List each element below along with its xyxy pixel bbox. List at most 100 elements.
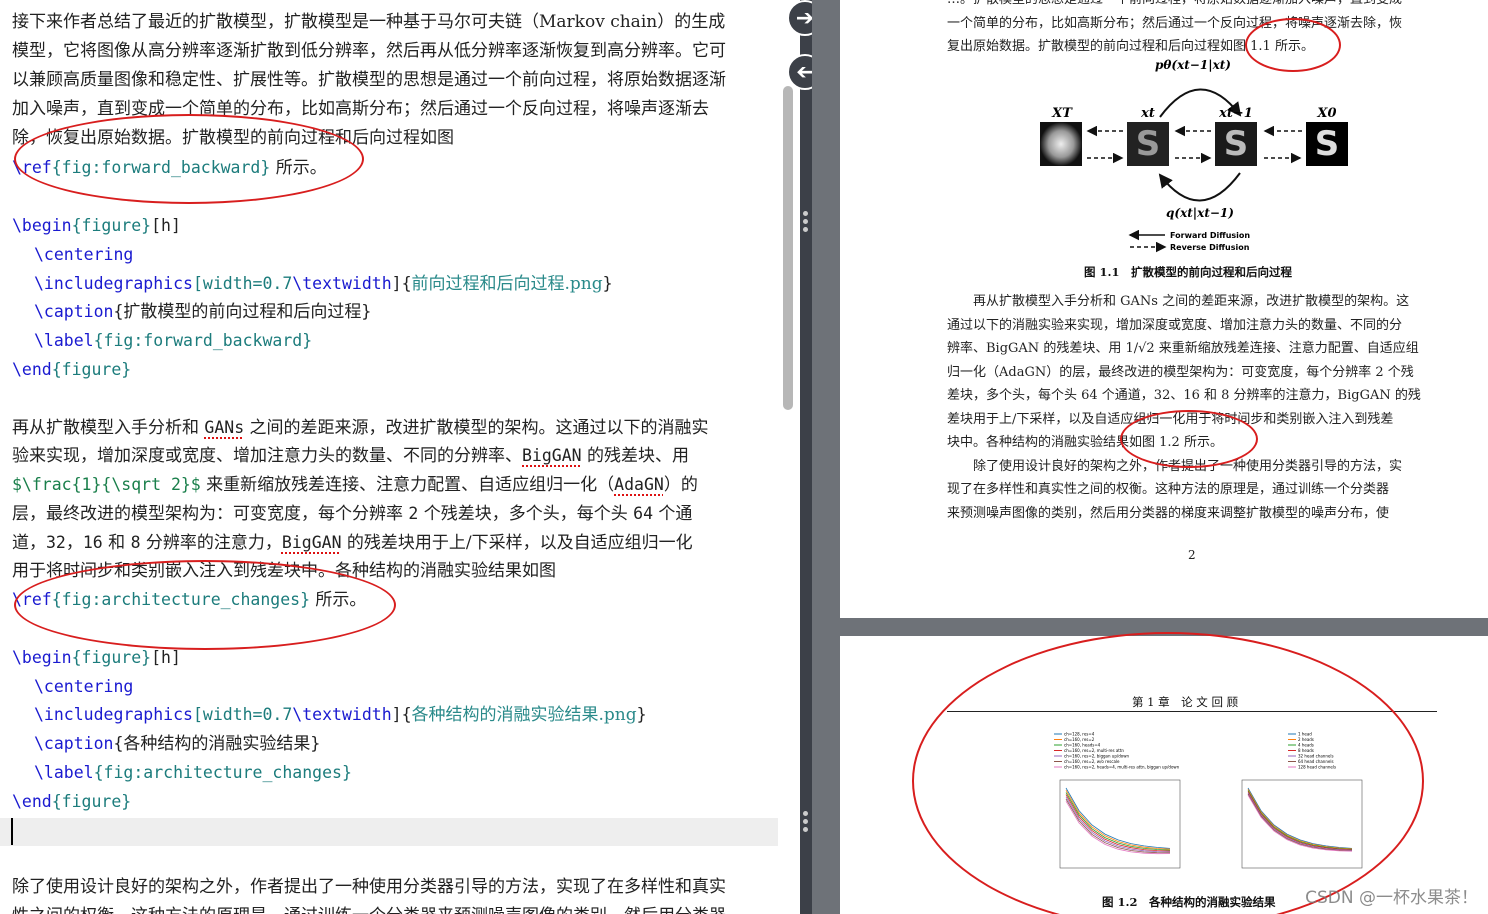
text-segment: 层，最终改进的模型架构为：可变宽度，每个分辨率 [12, 504, 409, 524]
text-line: 差块用于上/下采样，以及自适应组归一化用于将时间步和类别嵌入注入到残差 [947, 411, 1394, 427]
left-chart-series [1065, 787, 1171, 855]
editor-line[interactable]: \centering [34, 672, 774, 701]
editor-line[interactable]: \centering [34, 240, 774, 269]
text-segment: 的残差块、用 [581, 446, 690, 466]
latex-command: \includegraphics [34, 274, 193, 293]
editor-line[interactable]: 再从扩散模型入手分析和 GANs 之间的差距来源，改进扩散模型的架构。这通过以下… [12, 413, 774, 442]
latex-argument: {fig:forward_backward} [51, 158, 271, 177]
text-segment: 以兼顾高质量图像和稳定性、扩展性等。扩散模型的思想是通过一个前向过程，将原始数据… [12, 70, 726, 90]
editor-line[interactable]: 模型，它将图像从高分辨率逐渐扩散到低分辨率，然后再从低分辨率逐渐恢复到高分辨率。… [12, 37, 774, 66]
editor-line[interactable] [12, 614, 774, 643]
left-chart-axes [1059, 779, 1181, 869]
latex-command: \caption [34, 302, 114, 321]
text-segment: 性之间的权衡。这种方法的原理是，通过训练一个分类器来预测噪声图像的类别，然后用分… [12, 906, 726, 914]
editor-line[interactable]: \ref{fig:architecture_changes} 所示。 [12, 585, 774, 614]
legend-entry: 4 heads [1298, 743, 1314, 748]
latex-command: \end [12, 360, 52, 379]
text-segment: 模型，它将图像从高分辨率逐渐扩散到低分辨率，然后再从低分辨率逐渐恢复到高分辨率。… [12, 41, 726, 61]
text-segment: 所示。 [310, 590, 367, 610]
legend-label: Forward Diffusion [1170, 231, 1250, 240]
editor-line[interactable]: \end{figure} [12, 355, 774, 384]
q-label: q(xt|xt−1) [1166, 206, 1234, 220]
latex-bracket: } [636, 705, 647, 724]
latex-command: \textwidth [292, 274, 392, 293]
editor-line[interactable]: \begin{figure}[h] [12, 211, 774, 240]
node-label: XT [1051, 106, 1073, 121]
text-line: 差块，多个头，每个头 64 个通道，32、16 和 8 分辨率的注意力，BigG… [947, 388, 1421, 403]
editor-line[interactable]: $\frac{1}{\sqrt 2}$ 来重新缩放残差连接、注意力配置、自适应组… [12, 470, 774, 499]
node-label: X0 [1316, 106, 1336, 121]
latex-command: \label [34, 331, 94, 350]
figure-caption: 图 1.2 各种结构的消融实验结果 [1102, 895, 1276, 909]
text-segment: ）的 [663, 475, 698, 495]
editor-line[interactable]: 用于将时间步和类别嵌入注入到残差块中。各种结构的消融实验结果如图 [12, 557, 774, 586]
legend-entry: 2 heads [1298, 737, 1314, 742]
right-chart-series [1247, 787, 1353, 852]
x0-glyph: S [1315, 124, 1340, 164]
editor-line[interactable]: 性之间的权衡。这种方法的原理是，通过训练一个分类器来预测噪声图像的类别，然后用分… [12, 902, 774, 914]
editor-line[interactable]: 以兼顾高质量图像和稳定性、扩展性等。扩散模型的思想是通过一个前向过程，将原始数据… [12, 66, 774, 95]
xt1-glyph: S [1224, 124, 1249, 164]
legend-entry: 8 heads [1298, 748, 1314, 753]
text-line: 通过以下的消融实验来实现，增加深度或宽度、增加注意力头的数量、不同的分 [947, 317, 1403, 333]
legend-entry: 128 head channels [1298, 765, 1336, 770]
text-number: 2 [408, 504, 419, 523]
spellcheck-word: BigGAN [281, 533, 342, 552]
text-segment: 接下来作者总结了最近的扩散模型，扩散模型是一种基于马尔可夫链（Markov ch… [12, 12, 726, 32]
latex-argument: {figure} [71, 648, 152, 667]
editor-line[interactable]: \label{fig:forward_backward} [34, 326, 774, 355]
left-chart-legend: ch=128, res=4ch=160, res=2ch=160, heads=… [1054, 732, 1180, 770]
editor-line[interactable]: 除了使用设计良好的架构之外，作者提出了一种使用分类器引导的方法，实现了在多样性和… [12, 873, 774, 902]
xt-glyph: S [1136, 124, 1161, 164]
editor-line[interactable] [12, 845, 774, 874]
latex-bracket: } [361, 302, 372, 321]
watermark: CSDN @一杯水果茶！ [1305, 888, 1478, 908]
latex-argument: {figure} [51, 360, 132, 379]
editor-line[interactable] [12, 384, 774, 413]
editor-line[interactable]: \ref{fig:forward_backward} 所示。 [12, 153, 774, 182]
legend-entry: ch=160, res=2, heads=4, multi-res attn, … [1064, 765, 1180, 770]
editor-scrollbar-thumb[interactable] [783, 86, 793, 410]
editor-line[interactable]: 道，32，16 和 8 分辨率的注意力，BigGAN 的残差块用于上/下采样，以… [12, 528, 774, 557]
editor-line[interactable]: 验来实现，增加深度或宽度、增加注意力头的数量、不同的分辨率、BigGAN 的残差… [12, 441, 774, 470]
legend-entry: ch=128, res=4 [1064, 732, 1095, 737]
latex-command: \centering [34, 677, 134, 696]
text-line: 块中。各种结构的消融实验结果如图 1.2 所示。 [947, 435, 1223, 450]
latex-command: \textwidth [292, 705, 392, 724]
editor-line[interactable]: \caption{各种结构的消融实验结果} [34, 729, 774, 758]
node-label: xt [1140, 106, 1155, 121]
text-segment: 分辨率的注意力， [140, 533, 282, 553]
text-line: 归一化（AdaGN）的层，最终改进的模型架构为：可变宽度，每个分辨率 2 个残 [947, 364, 1414, 380]
latex-command: \begin [12, 216, 72, 235]
editor-line[interactable]: \caption{扩散模型的前向过程和后向过程} [34, 297, 774, 326]
text-segment: 来重新缩放残差连接、注意力配置、自适应组归一化（ [200, 475, 615, 495]
editor-line[interactable] [12, 182, 774, 211]
latex-editor[interactable]: 接下来作者总结了最近的扩散模型，扩散模型是一种基于马尔可夫链（Markov ch… [0, 0, 778, 914]
text-segment: 所示。 [270, 158, 327, 178]
series-line [1065, 794, 1171, 852]
text-segment: 除，恢复出原始数据。扩散模型的前向过程和后向过程如图 [12, 128, 454, 148]
pdf-viewer[interactable]: …。扩散模型的思想是通过一个前向过程，将原始数据逐渐加入噪声，直到变成 一个简单… [812, 0, 1488, 914]
editor-line[interactable]: 接下来作者总结了最近的扩散模型，扩散模型是一种基于马尔可夫链（Markov ch… [12, 8, 774, 37]
editor-line[interactable]: \includegraphics[width=0.7\textwidth]{各种… [34, 700, 774, 729]
editor-line[interactable]: 层，最终改进的模型架构为：可变宽度，每个分辨率 2 个残差块，多个头，每个头 6… [12, 499, 774, 528]
editor-line[interactable]: 加入噪声，直到变成一个简单的分布，比如高斯分布；然后通过一个反向过程，将噪声逐渐… [12, 95, 774, 124]
text-segment: 加入噪声，直到变成一个简单的分布，比如高斯分布；然后通过一个反向过程，将噪声逐渐… [12, 99, 709, 119]
text-line: 除了使用设计良好的架构之外，作者提出了一种使用分类器引导的方法，实 [947, 458, 1403, 474]
editor-line[interactable]: \label{fig:architecture_changes} [34, 758, 774, 787]
splitter-grip-icon[interactable] [803, 208, 809, 235]
editor-line[interactable]: \includegraphics[width=0.7\textwidth]{前向… [34, 269, 774, 298]
pane-splitter[interactable] [800, 0, 812, 914]
right-chart-axes [1241, 779, 1363, 869]
text-segment: 验来实现，增加深度或宽度、增加注意力头的数量、不同的分辨率、 [12, 446, 522, 466]
splitter-grip-icon[interactable] [803, 808, 809, 835]
editor-line[interactable]: 除，恢复出原始数据。扩散模型的前向过程和后向过程如图 [12, 124, 774, 153]
editor-line[interactable]: \begin{figure}[h] [12, 643, 774, 672]
editor-line[interactable]: \end{figure} [12, 787, 774, 816]
legend-entry: 1 head [1298, 732, 1312, 737]
latex-bracket: { [113, 302, 124, 321]
editor-line[interactable] [12, 816, 774, 845]
latex-command: \includegraphics [34, 705, 193, 724]
series-line [1065, 796, 1171, 853]
page-header: 第 1 章 论 文 回 顾 [1132, 695, 1239, 709]
